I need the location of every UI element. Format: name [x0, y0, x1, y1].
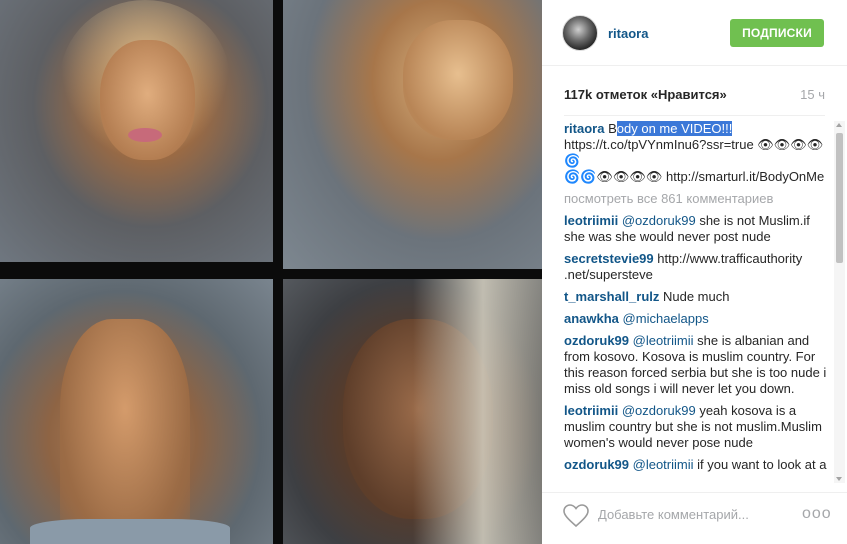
post-time[interactable]: 15 ч [800, 87, 825, 102]
comment-mention[interactable]: @leotriimii [633, 457, 694, 472]
comment-username[interactable]: ozdoruk99 [564, 333, 629, 348]
comment-mention[interactable]: @leotriimii [633, 333, 694, 348]
photo-panel-bottom-left [0, 279, 273, 544]
comment-text: Nude much [659, 289, 730, 304]
comments-list[interactable]: ritaora Body on me VIDEO!!! https://t.co… [564, 121, 834, 483]
comment-mention[interactable]: @michaelapps [623, 311, 709, 326]
caption-line-2[interactable]: https://t.co/tpVYnmInu6?ssr=true 👁👁👁👁🌀 [564, 137, 823, 168]
comment-text: if you want to look at a [693, 457, 827, 472]
comment-item: t_marshall_rulz Nude much [564, 289, 834, 305]
caption: ritaora Body on me VIDEO!!! https://t.co… [564, 121, 834, 185]
heart-icon[interactable] [562, 503, 590, 529]
photo-panel-bottom-right [283, 279, 542, 544]
divider [564, 115, 825, 116]
post-header: ritaora ПОДПИСКИ [542, 0, 847, 66]
likes-count[interactable]: 117k отметок «Нравится» [564, 87, 727, 102]
comment-username[interactable]: ozdoruk99 [564, 457, 629, 472]
caption-line-3[interactable]: 🌀🌀👁👁👁👁 http://smarturl.it/BodyOnMe [564, 169, 824, 184]
comment-mention[interactable]: @ozdoruk99 [622, 213, 696, 228]
comment-username[interactable]: leotriimii [564, 213, 618, 228]
scroll-down-arrow-icon[interactable] [836, 477, 842, 481]
comment-item: secretstevie99 http://www.trafficauthori… [564, 251, 834, 283]
comment-username[interactable]: secretstevie99 [564, 251, 654, 266]
photo-panel-top-right [283, 0, 542, 269]
comment-item: anawkha @michaelapps [564, 311, 834, 327]
username-link[interactable]: ritaora [608, 26, 648, 41]
follow-button[interactable]: ПОДПИСКИ [730, 19, 824, 47]
comment-item: ozdoruk99 @leotriimii if you want to loo… [564, 457, 834, 473]
comment-input[interactable]: Добавьте комментарий... [598, 507, 749, 522]
avatar[interactable] [562, 15, 598, 51]
caption-username[interactable]: ritaora [564, 121, 604, 136]
post-sidebar: ritaora ПОДПИСКИ 117k отметок «Нравится»… [542, 0, 847, 544]
more-options-icon[interactable]: ooo [802, 505, 832, 523]
comment-username[interactable]: leotriimii [564, 403, 618, 418]
comment-username[interactable]: t_marshall_rulz [564, 289, 659, 304]
post-footer: Добавьте комментарий... ooo [542, 492, 847, 544]
post-image[interactable] [0, 0, 542, 544]
likes-row: 117k отметок «Нравится» 15 ч [564, 87, 825, 105]
comment-item: leotriimii @ozdoruk99 yeah kosova is a m… [564, 403, 834, 451]
comment-item: leotriimii @ozdoruk99 she is not Muslim.… [564, 213, 834, 245]
photo-panel-top-left [0, 0, 273, 262]
comment-mention[interactable]: @ozdoruk99 [622, 403, 696, 418]
caption-selected-text: ody on me VIDEO!!! [616, 121, 733, 136]
view-all-comments-link[interactable]: посмотреть все 861 комментариев [564, 191, 834, 207]
scroll-up-arrow-icon[interactable] [836, 123, 842, 127]
comments-scrollbar[interactable] [834, 121, 845, 483]
scrollbar-thumb[interactable] [836, 133, 843, 263]
caption-prefix: B [608, 121, 617, 136]
comment-username[interactable]: anawkha [564, 311, 619, 326]
comment-item: ozdoruk99 @leotriimii she is albanian an… [564, 333, 834, 397]
